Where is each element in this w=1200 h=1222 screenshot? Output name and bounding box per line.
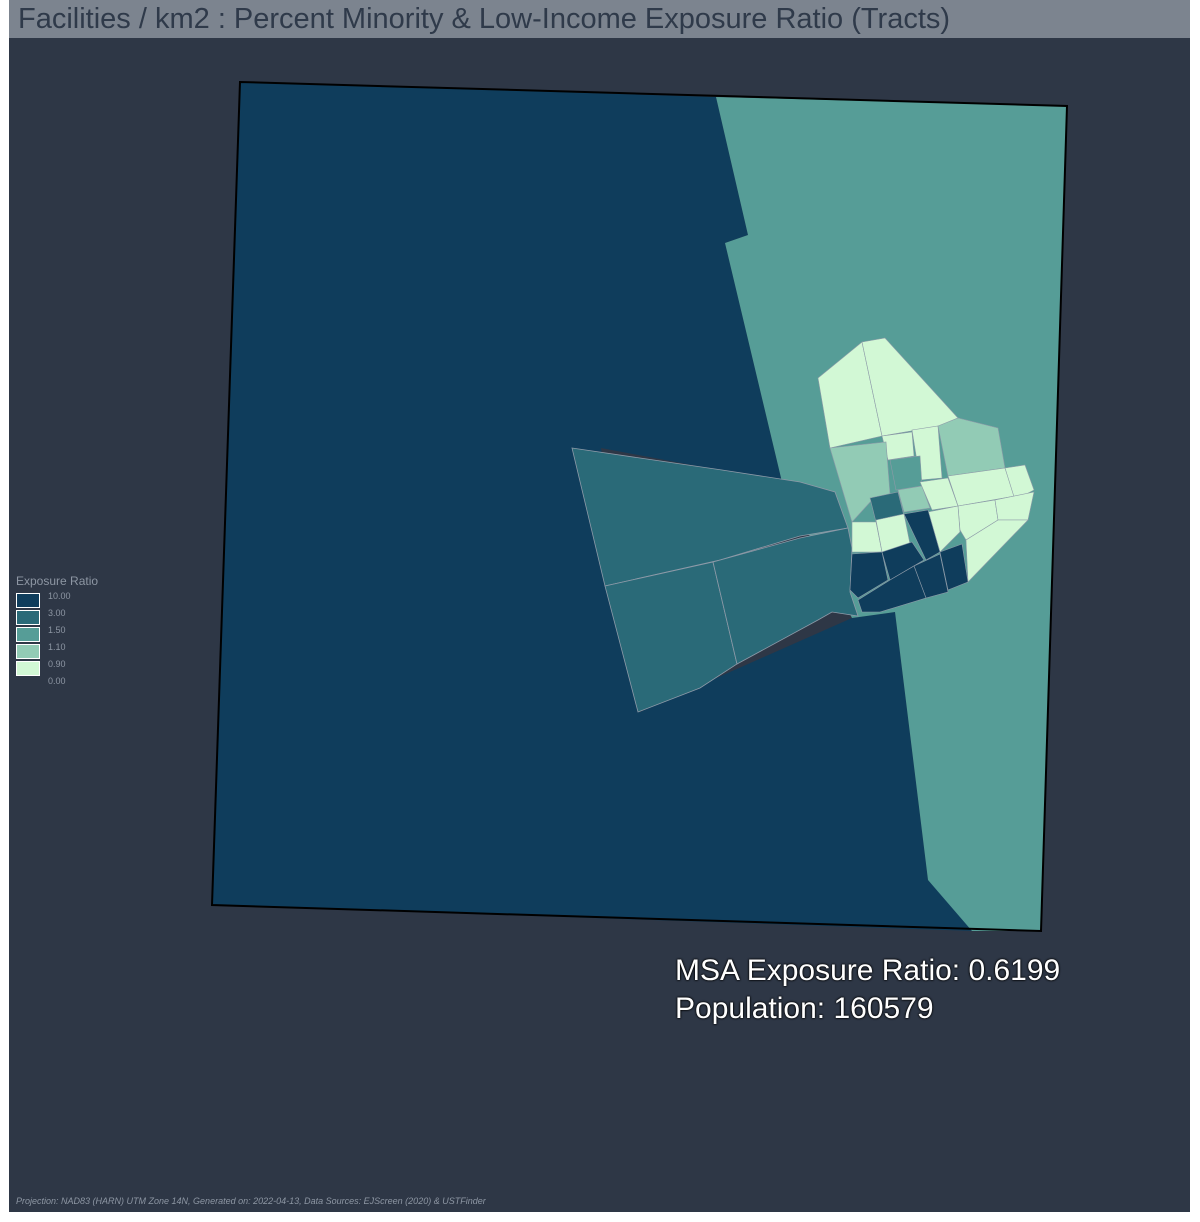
legend-swatch [16,593,40,608]
map-frame: Facilities / km2 : Percent Minority & Lo… [9,0,1190,1212]
legend-swatch [16,644,40,659]
legend-label: 0.00 [48,676,66,686]
legend-title: Exposure Ratio [16,574,99,588]
choropleth-map [210,80,1069,933]
legend-label: 1.50 [48,625,66,635]
legend-row: 1.10 [16,642,136,661]
legend-row: 0.90 [16,659,136,678]
legend-row: 10.00 [16,591,136,610]
legend-label: 0.90 [48,659,66,669]
msa-exposure-ratio: MSA Exposure Ratio: 0.6199 [675,954,1061,987]
legend-label: 1.10 [48,642,66,652]
legend-swatch [16,661,40,676]
msa-stats: MSA Exposure Ratio: 0.6199 Population: 1… [675,952,1060,1028]
tract-city-c[interactable] [889,455,923,491]
legend-row: 3.00 [16,608,136,627]
legend-label: 3.00 [48,608,66,618]
legend-label: 10.00 [48,591,71,601]
legend-row: 0.00 [16,676,136,695]
msa-population: Population: 160579 [675,992,934,1025]
legend-row: 1.50 [16,625,136,644]
map-legend: Exposure Ratio 10.00 3.00 1.50 1.10 0.90… [16,574,136,695]
map-footer: Projection: NAD83 (HARN) UTM Zone 14N, G… [16,1196,486,1206]
legend-swatch [16,627,40,642]
legend-swatch [16,610,40,625]
